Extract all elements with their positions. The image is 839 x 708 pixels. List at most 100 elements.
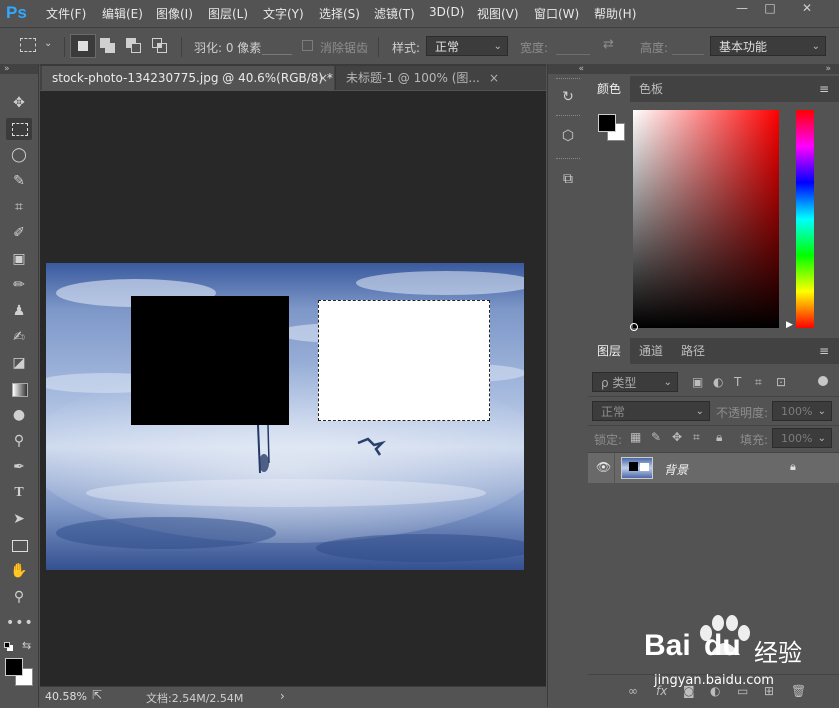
color-picker-field[interactable]	[630, 110, 779, 331]
dodge-tool-icon[interactable]: ⚲	[6, 430, 32, 452]
tab-color[interactable]: 颜色	[588, 76, 631, 102]
collapse-icon[interactable]: »	[0, 64, 38, 74]
antialias-checkbox[interactable]	[302, 40, 313, 51]
layer-filter-select[interactable]: ρ 类型 ⌄	[592, 372, 678, 392]
crop-tool-icon[interactable]: ⌗	[6, 196, 32, 218]
tab-layers[interactable]: 图层	[588, 338, 631, 364]
menu-filter[interactable]: 滤镜(T)	[374, 5, 415, 22]
quick-select-tool-icon[interactable]: ✎	[6, 170, 32, 192]
watermark-brand2: du	[704, 629, 741, 662]
marquee-preset-icon[interactable]	[20, 38, 36, 52]
panel-menu-icon[interactable]: ≡	[819, 344, 829, 358]
lasso-tool-icon[interactable]: ◯	[6, 144, 32, 166]
height-field[interactable]	[672, 54, 704, 55]
type-tool-icon[interactable]: T	[6, 482, 32, 504]
path-select-tool-icon[interactable]: ➤	[6, 508, 32, 530]
history-panel-icon[interactable]: ↻	[556, 85, 580, 109]
zoom-tool-icon[interactable]: ⚲	[6, 586, 32, 608]
width-field[interactable]	[556, 54, 590, 55]
eraser-tool-icon[interactable]: ◪	[6, 352, 32, 374]
brush-tool-icon[interactable]: ✏	[6, 274, 32, 296]
lock-artboard-icon[interactable]: ⌗	[693, 430, 700, 445]
eye-icon[interactable]: 👁︎	[596, 460, 611, 474]
layer-row[interactable]: 👁︎ 背景 🔒︎	[588, 453, 839, 483]
fill-field[interactable]: 100% ⌄	[772, 428, 832, 448]
canvas-workspace[interactable]	[40, 91, 546, 688]
hand-tool-icon[interactable]: ✋	[6, 560, 32, 582]
healing-brush-tool-icon[interactable]: ▣	[6, 248, 32, 270]
menu-edit[interactable]: 编辑(E)	[102, 5, 143, 22]
rectangle-tool-icon[interactable]	[6, 534, 32, 556]
expand-icon[interactable]: «	[548, 64, 588, 74]
smart-object-filter-icon[interactable]: ⊡	[776, 375, 786, 389]
tab-untitled[interactable]: 未标题-1 @ 100% (图... ×	[335, 66, 505, 90]
blend-mode-select[interactable]: 正常 ⌄	[592, 401, 710, 421]
tab-channels[interactable]: 通道	[630, 338, 672, 364]
lock-all-icon[interactable]: 🔒︎	[716, 430, 722, 445]
menu-file[interactable]: 文件(F)	[46, 5, 86, 22]
foreground-color-swatch[interactable]	[598, 114, 616, 132]
stamp-tool-icon[interactable]: ♟	[6, 300, 32, 322]
type-filter-icon[interactable]: T	[734, 375, 741, 389]
marquee-tool-icon[interactable]	[6, 118, 32, 140]
foreground-color-swatch[interactable]	[5, 658, 23, 676]
adjustment-filter-icon[interactable]: ◐	[713, 375, 723, 389]
menu-window[interactable]: 窗口(W)	[534, 5, 579, 22]
tab-paths[interactable]: 路径	[672, 338, 714, 364]
chevron-down-icon[interactable]: ⌄	[44, 38, 52, 49]
tab-stock-photo[interactable]: stock-photo-134230775.jpg @ 40.6%(RGB/8)…	[42, 66, 334, 90]
close-icon[interactable]: ×	[318, 66, 328, 90]
fill-label: 填充:	[740, 433, 769, 447]
swap-icon[interactable]: ⇄	[603, 37, 614, 52]
menu-select[interactable]: 选择(S)	[319, 5, 360, 22]
panel-menu-icon[interactable]: ≡	[819, 82, 829, 96]
gradient-tool-icon[interactable]	[6, 378, 32, 400]
zoom-level[interactable]: 40.58%	[45, 690, 87, 703]
pen-tool-icon[interactable]: ✒	[6, 456, 32, 478]
menu-view[interactable]: 视图(V)	[477, 5, 519, 22]
close-icon[interactable]: ×	[489, 66, 499, 90]
menu-3d[interactable]: 3D(D)	[429, 5, 464, 19]
collapse-icon[interactable]: »	[588, 64, 839, 74]
style-label: 样式:	[392, 41, 421, 55]
swap-colors-icon[interactable]: ⇆	[22, 639, 31, 652]
more-tools-icon[interactable]: •••	[6, 612, 33, 634]
minimize-button[interactable]: —	[729, 1, 755, 15]
history-brush-tool-icon[interactable]: ✍	[6, 326, 32, 348]
subtract-selection-button[interactable]	[126, 38, 142, 54]
status-arrow[interactable]: ›	[280, 689, 285, 703]
tab-swatches[interactable]: 色板	[630, 76, 672, 102]
export-icon[interactable]: ⇱	[92, 688, 102, 702]
workspace-select[interactable]: 基本功能 ⌄	[710, 36, 826, 56]
3d-panel-icon[interactable]: ⬡	[556, 124, 580, 148]
status-bar: 40.58% ⇱ 文档:2.54M/2.54M ›	[40, 686, 546, 708]
menu-type[interactable]: 文字(Y)	[263, 5, 304, 22]
black-filled-rectangle[interactable]	[131, 296, 289, 425]
tab-label: 未标题-1 @ 100% (图...	[346, 71, 480, 85]
menu-layer[interactable]: 图层(L)	[208, 5, 248, 22]
white-selection-rectangle[interactable]	[318, 300, 490, 421]
maximize-button[interactable]: □	[757, 1, 783, 15]
add-selection-button[interactable]	[100, 38, 116, 54]
properties-panel-icon[interactable]: ⧉	[556, 167, 580, 191]
filter-toggle-icon[interactable]	[818, 376, 828, 386]
lock-image-icon[interactable]: ✎	[651, 430, 661, 444]
new-selection-button[interactable]	[70, 34, 96, 58]
menu-image[interactable]: 图像(I)	[156, 5, 193, 22]
style-select[interactable]: 正常 ⌄	[426, 36, 508, 56]
shape-filter-icon[interactable]: ⌗	[755, 375, 762, 390]
intersect-selection-button[interactable]	[152, 38, 168, 54]
hue-slider-handle[interactable]: ▶	[786, 320, 793, 330]
opacity-field[interactable]: 100% ⌄	[772, 401, 832, 421]
close-button[interactable]: ✕	[794, 1, 820, 15]
lock-transparent-icon[interactable]: ▦	[630, 430, 641, 444]
lock-position-icon[interactable]: ✥	[672, 430, 682, 444]
blur-tool-icon[interactable]: ●	[6, 404, 32, 426]
move-tool-icon[interactable]: ✥	[6, 92, 32, 114]
image-filter-icon[interactable]: ▣	[692, 375, 703, 389]
menu-help[interactable]: 帮助(H)	[594, 5, 636, 22]
default-colors-icon[interactable]	[4, 642, 14, 652]
color-panel: ▶	[588, 102, 839, 336]
hue-slider[interactable]	[796, 110, 814, 328]
eyedropper-tool-icon[interactable]: ✐	[6, 222, 32, 244]
